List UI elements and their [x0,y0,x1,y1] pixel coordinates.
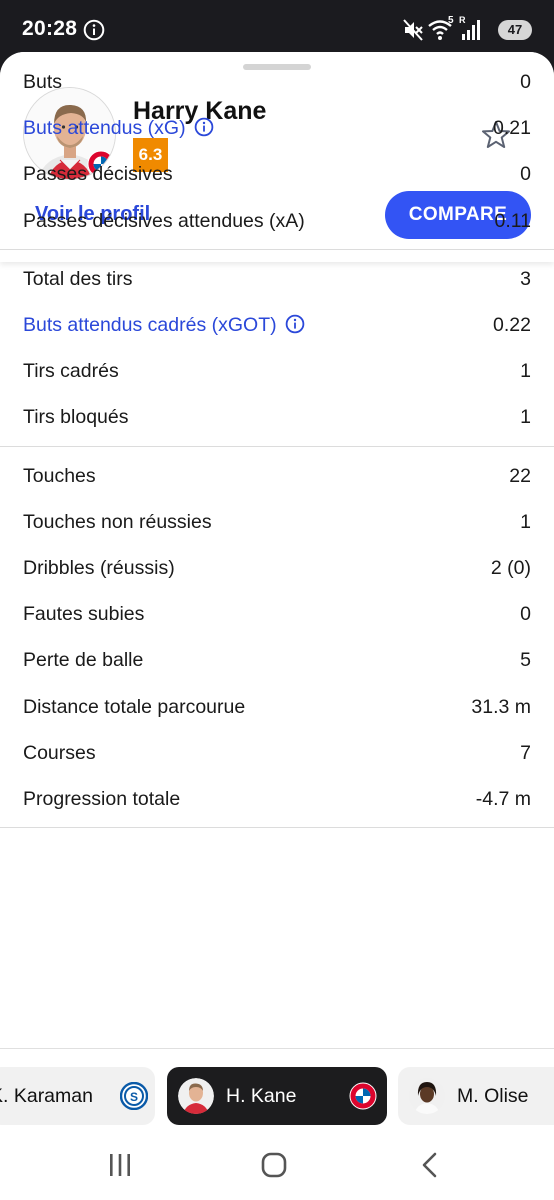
player-chip-name: H. Kane [226,1085,297,1107]
stat-label: Courses [23,742,96,765]
back-icon[interactable] [420,1152,440,1178]
stat-value: 5 [520,649,531,672]
stat-label: Tirs bloqués [23,406,129,429]
stat-label: Passes décisives [23,163,173,186]
stat-label-text: Total des tirs [23,267,133,290]
stat-row: Touches 22 [0,454,554,500]
stat-label: Perte de balle [23,649,143,672]
stat-label-text: Touches [23,464,96,487]
recent-apps-icon[interactable] [108,1152,132,1178]
screen: 20:28 5 R 47 Harry Kane 6.3 Voir le prof… [0,0,554,1200]
stat-label-text: Buts [23,71,63,93]
stats-section-divider [0,445,554,447]
stat-value: 22 [509,464,531,487]
system-nav-bar [0,1130,554,1200]
stat-row: Fautes subies 0 [0,592,554,638]
stat-value: 1 [520,360,531,383]
stat-value: 0 [520,71,531,93]
player-chip-karaman[interactable]: K. Karaman S [0,1067,155,1125]
stat-row[interactable]: Buts attendus (xG) 0.21 [0,106,554,152]
stat-row: Progression totale -4.7 m [0,777,554,823]
switcher-divider [0,1048,554,1049]
stat-value: 1 [520,510,531,533]
stat-row[interactable]: Buts attendus cadrés (xGOT) 0.22 [0,303,554,349]
battery-icon: 47 [498,20,532,40]
stat-label-text: Buts attendus cadrés (xGOT) [23,314,277,336]
bayern-crest-icon [349,1082,377,1110]
status-time: 20:28 [22,17,78,40]
stat-value: 0.22 [493,314,531,336]
stat-label-text: Passes décisives attendues (xA) [23,209,305,232]
stat-row: Distance totale parcourue 31.3 m [0,685,554,731]
stat-label: Progression totale [23,788,180,811]
stats-section-divider [0,827,554,829]
stat-label-text: Perte de balle [23,649,144,672]
player-chip-avatar [178,1078,214,1114]
signal-icon [462,20,480,40]
stat-value: -4.7 m [475,788,531,810]
info-icon[interactable] [285,314,305,334]
stat-label-text: Passes décisives [23,163,173,186]
svg-text:S: S [130,1090,138,1104]
player-chip-avatar [409,1078,445,1114]
stat-row: Tirs bloqués 1 [0,395,554,441]
stat-label[interactable]: Buts attendus (xG) [23,117,214,140]
player-chip-name: M. Olise [457,1085,529,1107]
stat-label: Passes décisives attendues (xA) [23,210,305,233]
stat-row: Tirs cadrés 1 [0,349,554,395]
stat-label: Touches non réussies [23,511,212,534]
stat-row: Passes décisives attendues (xA) 0.11 [0,199,554,245]
home-icon[interactable] [261,1152,287,1178]
stat-row: Passes décisives 0 [0,152,554,198]
stat-label-text: Courses [23,741,96,764]
stat-value: 0.21 [493,117,531,140]
stat-row: Dribbles (réussis) 2 (0) [0,546,554,592]
stat-label-text: Buts attendus (xG) [23,117,186,140]
stat-label-text: Tirs cadrés [23,360,119,383]
stat-label-text: Tirs bloqués [23,406,129,429]
stat-label: Total des tirs [23,268,132,291]
status-icons: 5 R 47 [402,15,532,42]
stat-value: 31.3 m [471,695,531,718]
mute-icon [403,19,423,41]
stat-value: 0 [520,603,531,626]
stat-label: Distance totale parcourue [23,696,245,719]
stat-label[interactable]: Buts attendus cadrés (xGOT) [23,314,305,337]
stat-label-text: Progression totale [23,788,181,810]
stat-value: 1 [520,406,531,429]
info-icon [83,19,105,41]
network-type-label: 5 [448,15,454,26]
player-chip-kane[interactable]: H. Kane [167,1067,387,1125]
player-chip-name: K. Karaman [0,1085,93,1107]
stat-label: Fautes subies [23,603,144,626]
stat-row: Courses 7 [0,731,554,777]
stat-label-text: Touches non réussies [23,510,212,533]
stat-label: Buts [23,71,62,94]
info-icon[interactable] [194,117,214,137]
stat-row: Touches non réussies 1 [0,500,554,546]
stat-label-text: Dribbles (réussis) [23,557,175,579]
stat-label: Touches [23,465,96,488]
stat-value: 7 [520,741,531,764]
player-chip-olise[interactable]: M. Olise [398,1067,554,1125]
status-bar: 20:28 5 R 47 [0,0,554,60]
schalke-crest-icon: S [120,1082,148,1110]
stat-row: Total des tirs 3 [0,257,554,303]
stat-label: Dribbles (réussis) [23,557,175,580]
stat-row: Buts 0 [0,60,554,106]
stat-row: Perte de balle 5 [0,638,554,684]
stat-value: 2 (0) [490,557,531,579]
stat-value: 3 [520,267,531,290]
stat-label: Tirs cadrés [23,360,119,383]
stat-label-text: Fautes subies [23,603,145,626]
stats-section-divider [0,248,554,250]
stat-label-text: Distance totale parcourue [23,695,246,718]
stat-value: 0 [520,163,531,186]
stat-value: 0.11 [494,209,531,232]
